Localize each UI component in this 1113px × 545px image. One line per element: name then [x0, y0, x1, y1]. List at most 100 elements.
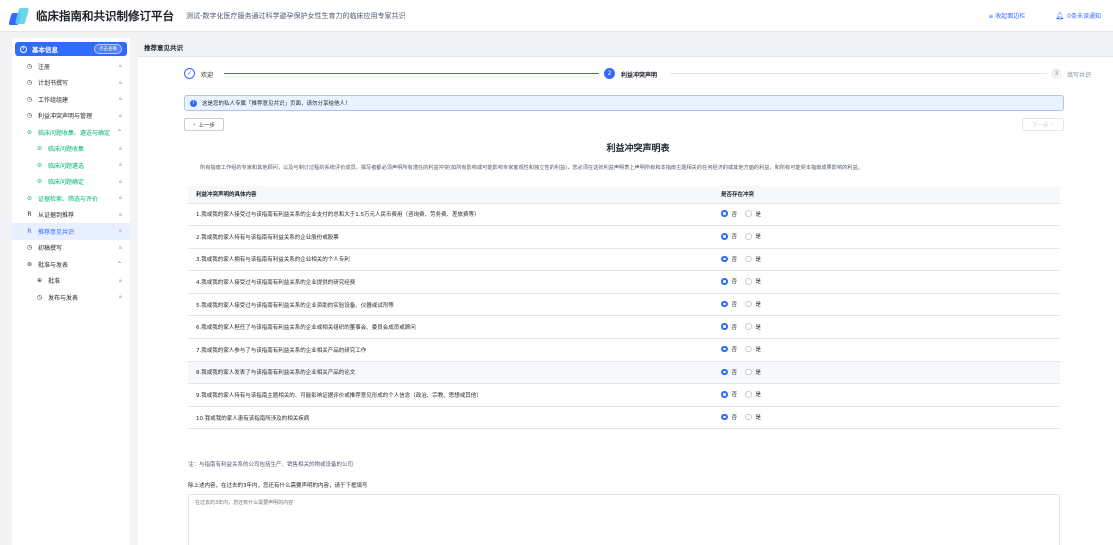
radio-selected-icon [721, 413, 728, 421]
sidebar-item-5[interactable]: ⊘ 临床问题收集 🔒︎ [12, 141, 130, 158]
radio-unselected-icon [745, 413, 752, 421]
radio-yes[interactable]: 是 [745, 210, 761, 218]
radio-no[interactable]: 否 [721, 368, 737, 376]
conflict-item-text: 9.我或我的家人持有与该指南主题相关的、可能影响证据评价或推荐意见形成的个人信念… [188, 383, 713, 407]
lock-icon: 🔒︎ [118, 161, 122, 169]
main-panel: 推荐意见共识 ✓ 欢迎 2 利益冲突声明 3 填写共识 i 这是您的私人专属「推… [138, 38, 1113, 545]
lock-icon: 🔒︎ [118, 144, 122, 152]
radio-no[interactable]: 否 [721, 210, 737, 218]
conflict-item-text: 3.我或我的家人拥有与该指南有利益关系的企业相关的个人专利 [188, 248, 713, 272]
step-1-check-icon: ✓ [184, 68, 195, 79]
plus-circle-icon: ⊕ [36, 277, 43, 285]
radio-selected-icon [721, 323, 728, 330]
sidebar-item-3[interactable]: ◷ 利益冲突声明与管理 🔒︎ [12, 108, 130, 125]
sidebar-item-label: 利益冲突声明与管理 [38, 113, 93, 121]
radio-no[interactable]: 否 [721, 345, 737, 353]
sidebar-item-4[interactable]: ⊘ 临床问题收集、遴选与确定 ⌃ [12, 124, 130, 141]
conflict-item-text: 8.我或我的家人发表了与该指南有利益关系的企业相关产品的论文 [188, 361, 713, 385]
lock-icon: 🔒︎ [118, 177, 122, 185]
sidebar: i 基本信息 点击查看 ◷ 注册 🔒︎ ◷ 计划书撰写 🔒︎ ◷ 工作组组建 🔒︎ ◷ 利益冲突声明… [12, 38, 130, 545]
chevron-left-icon: ‹ [193, 121, 196, 128]
radio-unselected-icon [745, 368, 752, 376]
radio-yes[interactable]: 是 [745, 255, 761, 263]
conflict-radio-group: 否是 [713, 361, 1060, 385]
collapse-sidebar-link[interactable]: ≡ 收起面边栏 [988, 11, 1025, 20]
sidebar-item-14[interactable]: ◷ 发布与发表 🔒︎ [12, 289, 130, 306]
radio-unselected-icon [745, 278, 752, 285]
clock-icon: ◷ [26, 244, 33, 252]
table-row: 3.我或我的家人拥有与该指南有利益关系的企业相关的个人专利否是 [188, 248, 1060, 272]
note-text: 注：与指南有利益关系的公司包括生产、销售相关的物或设备的公司 [188, 462, 354, 468]
prev-step-button[interactable]: ‹ 上一步 [184, 118, 224, 131]
sidebar-item-7[interactable]: ⊘ 临床问题确定 🔒︎ [12, 174, 130, 191]
radio-no[interactable]: 否 [721, 413, 737, 421]
form-description: 所有指南工作组的专家和其他顾问，以及与制订过程的系统评价成员，撰写者都必须声明所… [200, 165, 863, 171]
radio-yes[interactable]: 是 [745, 345, 761, 353]
radio-no[interactable]: 否 [721, 390, 737, 398]
radio-unselected-icon [745, 391, 752, 398]
clock-icon: ◷ [36, 293, 43, 301]
sidebar-item-label: 计划书撰写 [38, 80, 69, 88]
step-2-label: 利益冲突声明 [621, 72, 658, 79]
view-badge[interactable]: 点击查看 [94, 44, 122, 54]
info-icon: i [20, 45, 27, 53]
form-title: 利益冲突声明表 [606, 144, 670, 154]
radio-no[interactable]: 否 [721, 323, 737, 331]
clock-icon: ◷ [26, 62, 33, 70]
additional-question: 除上述内容，在过去的3年内，您还有什么需要声明的内容，请于下框填写 [188, 483, 368, 489]
radio-no[interactable]: 否 [721, 277, 737, 285]
step-1-label: 欢迎 [201, 72, 214, 79]
radio-yes[interactable]: 是 [745, 323, 761, 331]
radio-yes[interactable]: 是 [745, 277, 761, 285]
additional-declaration-textarea[interactable] [188, 494, 1060, 545]
radio-no[interactable]: 否 [721, 232, 737, 240]
conflict-radio-group: 否是 [713, 293, 1060, 317]
radio-yes[interactable]: 是 [745, 390, 761, 398]
step-3-circle: 3 [1051, 68, 1062, 79]
step-line-1 [224, 73, 599, 74]
radio-selected-icon [721, 345, 728, 353]
stepper: ✓ 欢迎 2 利益冲突声明 3 填写共识 [184, 68, 1113, 80]
radio-yes[interactable]: 是 [745, 413, 761, 421]
lock-icon: 🔒︎ [118, 95, 122, 103]
conflict-radio-group: 否是 [713, 248, 1060, 272]
radio-yes[interactable]: 是 [745, 368, 761, 376]
table-row: 8.我或我的家人发表了与该指南有利益关系的企业相关产品的论文否是 [188, 361, 1060, 385]
lock-icon: 🔒︎ [118, 194, 122, 202]
sidebar-item-11[interactable]: ◷ 初稿撰写 🔒︎ [12, 240, 130, 257]
sidebar-item-6[interactable]: ⊘ 临床问题遴选 🔒︎ [12, 157, 130, 174]
radio-no[interactable]: 否 [721, 255, 737, 263]
sidebar-item-label: 注册 [38, 63, 51, 71]
sidebar-item-12[interactable]: ⊚ 批准与发表 ⌃ [12, 256, 130, 273]
sidebar-header-basic-info[interactable]: i 基本信息 点击查看 [15, 42, 127, 56]
sidebar-item-label: 临床问题收集 [48, 146, 85, 154]
table-row: 5.我或我的家人接受过与该指南有利益关系的企业资助的实验设备、仪器或试剂等否是 [188, 293, 1060, 317]
conflict-radio-group: 否是 [713, 338, 1060, 362]
table-row: 6.我或我的家人担任了与该指南有利益关系的企业或相关组织的董事会、委员会成员或顾… [188, 315, 1060, 340]
sidebar-item-1[interactable]: ◷ 计划书撰写 🔒︎ [12, 75, 130, 92]
sidebar-item-9[interactable]: R 从证据到推荐 🔒︎ [12, 207, 130, 224]
radio-unselected-icon [745, 300, 752, 308]
sidebar-item-8[interactable]: ⊘ 证据检索、筛选与评价 🔒︎ [12, 190, 130, 207]
conflict-item-text: 1.我或我的家人接受过与该指南有利益关系的企业支付的总和大于1.5万元人民币费用… [188, 203, 713, 227]
conflict-radio-group: 否是 [713, 406, 1060, 430]
sidebar-item-label: 批准与发表 [38, 261, 69, 269]
sidebar-item-2[interactable]: ◷ 工作组组建 🔒︎ [12, 91, 130, 108]
next-step-button[interactable]: 下一步 › [1022, 118, 1064, 131]
sidebar-item-13[interactable]: ⊕ 批准 🔒︎ [12, 273, 130, 290]
r-icon: R [27, 227, 32, 235]
sidebar-item-10[interactable]: R 推荐意见共识 🔒︎ [12, 223, 130, 240]
lock-icon: 🔒︎ [118, 243, 122, 251]
info-icon: i [190, 99, 197, 107]
radio-yes[interactable]: 是 [745, 232, 761, 240]
table-row: 10.我或我的家人患有该指南所涉及的相关疾病否是 [188, 406, 1060, 430]
conflict-radio-group: 否是 [713, 270, 1060, 294]
check-circle-icon: ⊘ [36, 145, 43, 153]
radio-unselected-icon [745, 233, 752, 240]
radio-selected-icon [721, 233, 728, 240]
notifications-link[interactable]: 🔔︎ 0条未读通知 [1055, 11, 1101, 21]
radio-no[interactable]: 否 [721, 300, 737, 308]
radio-yes[interactable]: 是 [745, 300, 761, 308]
sidebar-item-0[interactable]: ◷ 注册 🔒︎ [12, 58, 130, 75]
chevron-up-icon: ⌃ [116, 128, 122, 136]
